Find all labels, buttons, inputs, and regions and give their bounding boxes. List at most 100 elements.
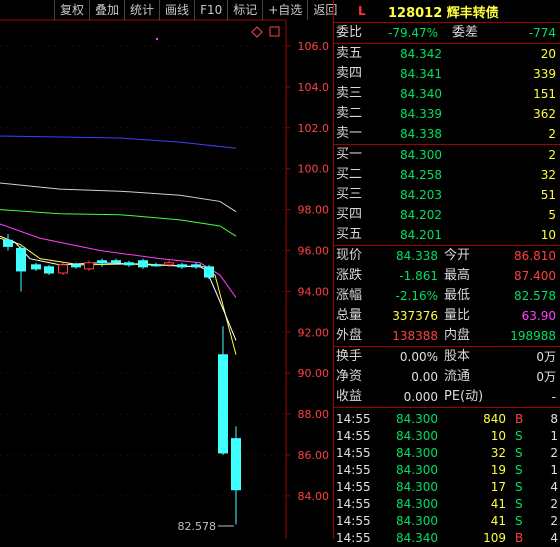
candle-body: [44, 266, 54, 274]
candle-body: [31, 264, 41, 270]
asks-row[interactable]: 卖四 84.341 339: [334, 64, 560, 84]
order-ratio-row: 委比 -79.47% 委差 -774: [334, 23, 560, 44]
fundamental-info: 换手 0.00% 股本 0万 净资 0.00 流通 0万 收益 0.000 PE(动) -: [334, 347, 560, 408]
asks-row[interactable]: 卖一 84.338 2: [334, 124, 560, 144]
level-price: 84.202: [400, 208, 442, 222]
info-label: PE(动): [444, 389, 484, 404]
trade-side: S: [515, 446, 523, 460]
candle-body: [111, 260, 121, 264]
stat-value: 337376: [392, 309, 438, 323]
level-price: 84.203: [400, 188, 442, 202]
axis-tick-label: 86.00: [298, 449, 330, 462]
trade-side: S: [515, 429, 523, 443]
toolbar-button-1[interactable]: 叠加: [89, 0, 124, 20]
axis-tick-label: 104.0: [298, 81, 330, 94]
trade-row[interactable]: 14:55 84.300 41 S 2: [334, 496, 560, 513]
ask-book: 卖五 84.342 20 卖四 84.341 339 卖三 84.340 151 卖二 84.339…: [334, 44, 560, 145]
chart-toolbar: 复权 叠加 统计 画线 F10 标记 +自选 返回: [54, 0, 342, 20]
toolbar-button-3[interactable]: 画线: [159, 0, 194, 20]
trade-volume: 32: [490, 446, 506, 460]
trade-price: 84.300: [396, 480, 438, 494]
trade-price: 84.300: [396, 429, 438, 443]
kline-chart[interactable]: 106.0 104.0 102.0 100.0 98.00 96.00 94.00 92.00…: [0, 0, 333, 539]
stat-label: 涨跌: [336, 268, 363, 283]
axis-tick-label: 90.00: [298, 367, 330, 380]
diff-label: 委差: [452, 25, 479, 40]
level-label: 买一: [336, 147, 363, 162]
trade-count: 2: [550, 497, 558, 511]
level-volume: 151: [533, 87, 556, 101]
axis-tick-label: 88.00: [298, 408, 330, 421]
bid-book: 买一 84.300 2 买二 84.258 32 买三 84.203 51 买四 84.202 5 买五…: [334, 145, 560, 246]
diamond-marker-icon[interactable]: [251, 26, 263, 38]
toolbar-button-0[interactable]: 复权: [54, 0, 89, 20]
bids-row[interactable]: 买四 84.202 5: [334, 205, 560, 225]
stat-row: 现价 84.338 今开 86.810: [334, 246, 560, 266]
trade-row[interactable]: 14:55 84.300 32 S 2: [334, 445, 560, 462]
asks-row[interactable]: 卖三 84.340 151: [334, 84, 560, 104]
stat-row: 总量 337376 量比 63.90: [334, 306, 560, 326]
level-volume: 10: [540, 228, 556, 242]
tick-trades[interactable]: 14:55 84.300 840 B 8 14:55 84.300 10 S 1 14:55 84.3…: [334, 408, 560, 547]
trade-time: 14:55: [336, 497, 371, 511]
candle-body: [204, 266, 214, 278]
trade-side: S: [515, 480, 523, 494]
trade-row[interactable]: 14:55 84.300 840 B 8: [334, 411, 560, 428]
axis-tick-label: 100.0: [298, 163, 330, 176]
trade-side: S: [515, 497, 523, 511]
trade-row[interactable]: 14:55 84.300 17 S 4: [334, 479, 560, 496]
dot-marker: [156, 38, 158, 40]
trade-row[interactable]: 14:55 84.300 19 S 1: [334, 462, 560, 479]
info-row: 收益 0.000 PE(动) -: [334, 387, 560, 407]
asks-row[interactable]: 卖五 84.342 20: [334, 44, 560, 64]
info-value: -: [551, 390, 556, 404]
flag-label: L: [358, 4, 366, 18]
trade-count: 4: [550, 480, 558, 494]
candle-body: [151, 264, 161, 267]
security-title[interactable]: 128012 辉丰转债: [388, 2, 499, 21]
ratio-value: -79.47%: [388, 26, 439, 40]
level-label: 卖三: [336, 86, 363, 101]
toolbar-button-5[interactable]: 标记: [227, 0, 262, 20]
level-volume: 362: [533, 107, 556, 121]
trade-side: B: [515, 412, 524, 426]
trade-row[interactable]: 14:55 84.300 10 S 1: [334, 428, 560, 445]
bids-row[interactable]: 买五 84.201 10: [334, 225, 560, 245]
candle-body: [124, 262, 134, 266]
level-label: 买二: [336, 167, 363, 182]
bids-row[interactable]: 买三 84.203 51: [334, 185, 560, 205]
trade-count: 8: [550, 412, 558, 426]
square-marker-icon[interactable]: [269, 26, 280, 37]
quote-panel: L 128012 辉丰转债 委比 -79.47% 委差 -774 卖五 84.34…: [334, 0, 560, 545]
trade-price: 84.300: [396, 497, 438, 511]
trade-time: 14:55: [336, 463, 371, 477]
axis-tick-label: 102.0: [298, 122, 330, 135]
level-price: 84.339: [400, 107, 442, 121]
level-volume: 32: [540, 168, 556, 182]
info-value: 0.000: [403, 390, 438, 404]
level-price: 84.258: [400, 168, 442, 182]
level-volume: 2: [548, 148, 556, 162]
stat-row: 涨幅 -2.16% 最低 82.578: [334, 286, 560, 306]
stat-label: 总量: [336, 308, 363, 323]
stat-label: 现价: [336, 248, 363, 263]
trade-volume: 41: [490, 497, 506, 511]
toolbar-button-4[interactable]: F10: [194, 0, 227, 20]
asks-row[interactable]: 卖二 84.339 362: [334, 104, 560, 124]
bids-row[interactable]: 买二 84.258 32: [334, 165, 560, 185]
level-label: 买三: [336, 187, 363, 202]
info-label: 收益: [336, 389, 363, 404]
candle-body: [3, 239, 13, 247]
toolbar-button-6[interactable]: +自选: [262, 0, 307, 20]
info-row: 净资 0.00 流通 0万: [334, 367, 560, 387]
bids-row[interactable]: 买一 84.300 2: [334, 145, 560, 165]
trade-price: 84.300: [396, 446, 438, 460]
toolbar-button-2[interactable]: 统计: [124, 0, 159, 20]
trade-row[interactable]: 14:55 84.300 41 S 2: [334, 513, 560, 530]
trade-price: 84.300: [396, 463, 438, 477]
moving-average-5: [0, 235, 237, 341]
info-label: 换手: [336, 349, 363, 364]
moving-average-0: [0, 135, 237, 149]
level-price: 84.300: [400, 148, 442, 162]
stat-label: 最低: [444, 288, 471, 303]
